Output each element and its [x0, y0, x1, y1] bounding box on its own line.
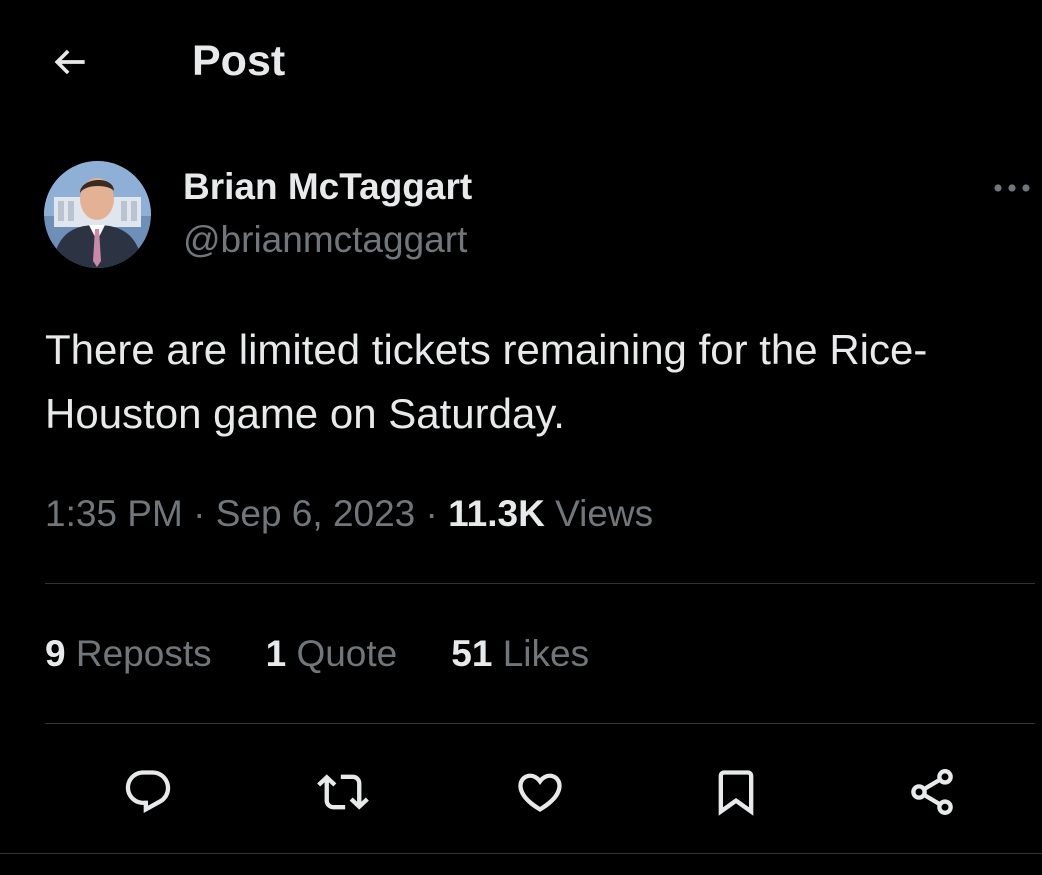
post-time[interactable]: 1:35 PM [45, 493, 183, 534]
views-count: 11.3K [448, 493, 545, 534]
divider [45, 723, 1035, 724]
repost-button[interactable] [311, 760, 375, 824]
bookmark-button[interactable] [704, 760, 768, 824]
bookmark-icon [718, 770, 754, 816]
post-text: There are limited tickets remaining for … [45, 326, 928, 437]
author-handle[interactable]: @brianmctaggart [183, 219, 467, 261]
likes-stat[interactable]: 51 Likes [451, 632, 589, 676]
quotes-count: 1 [265, 633, 287, 674]
reposts-stat[interactable]: 9 Reposts [45, 632, 212, 676]
divider [45, 583, 1035, 584]
share-icon [911, 769, 953, 815]
divider [0, 853, 1042, 854]
share-button[interactable] [900, 760, 964, 824]
reply-icon [125, 770, 171, 814]
more-options-button[interactable] [984, 168, 1040, 208]
arrow-left-icon [54, 49, 85, 75]
more-horizontal-icon [994, 184, 1030, 192]
engagement-stats: 9 Reposts 1 Quote 51 Likes [45, 632, 589, 676]
post-meta: 1:35 PM · Sep 6, 2023 · 11.3K Views [45, 492, 653, 536]
likes-count: 51 [451, 633, 493, 674]
meta-separator: · [425, 493, 438, 534]
avatar[interactable] [44, 161, 151, 268]
repost-icon [317, 774, 369, 810]
like-icon [518, 773, 562, 812]
reposts-count: 9 [45, 633, 66, 674]
reply-button[interactable] [116, 760, 180, 824]
back-button[interactable] [36, 36, 104, 88]
post-date[interactable]: Sep 6, 2023 [216, 493, 416, 534]
quotes-stat[interactable]: 1 Quote [266, 632, 398, 676]
quotes-label: Quote [296, 633, 398, 674]
page-title: Post [192, 37, 286, 85]
meta-separator: · [193, 493, 206, 534]
author-name[interactable]: Brian McTaggart [183, 166, 472, 208]
reposts-label: Reposts [75, 633, 212, 674]
likes-label: Likes [502, 633, 590, 674]
views-label: Views [555, 493, 654, 534]
like-button[interactable] [508, 760, 572, 824]
